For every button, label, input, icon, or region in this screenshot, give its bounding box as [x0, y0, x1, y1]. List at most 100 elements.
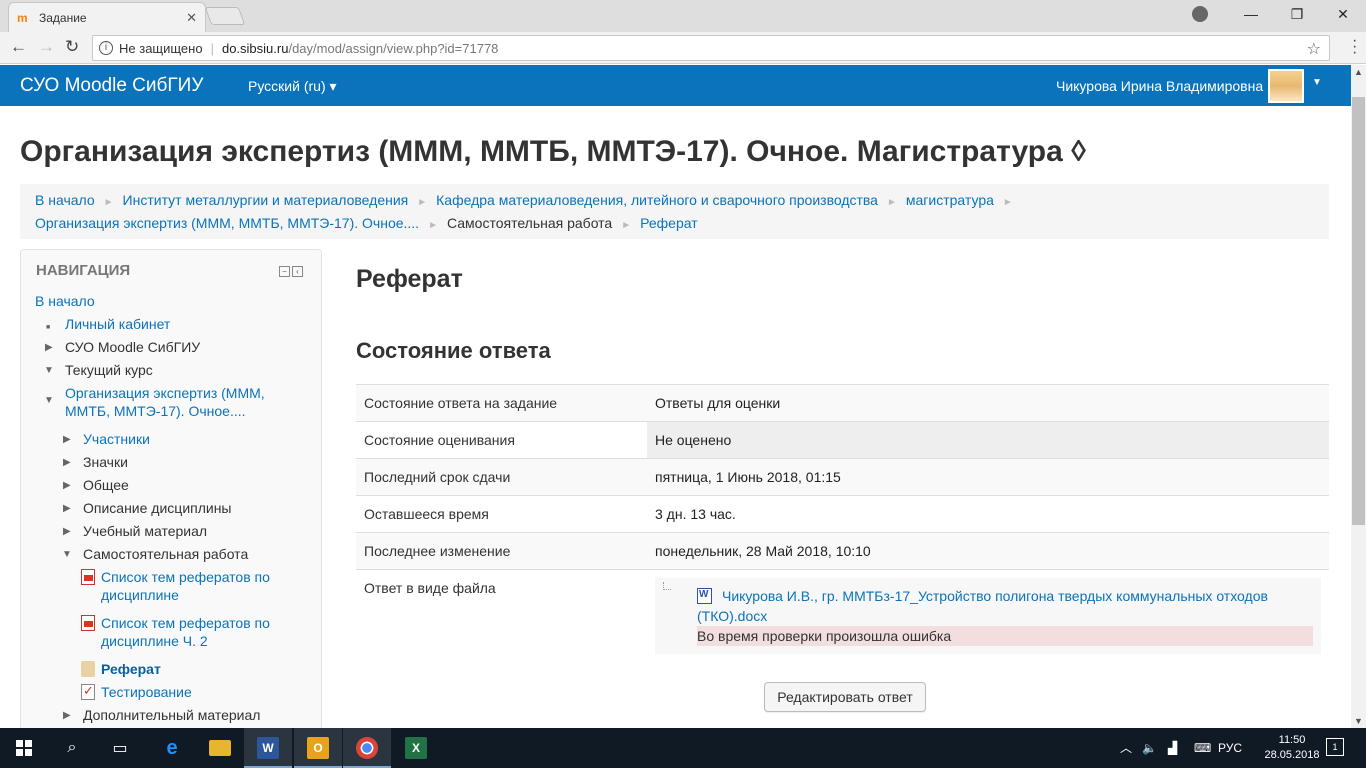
- status-label: Состояние оценивания: [356, 421, 647, 459]
- nav-item[interactable]: Список тем рефератов по дисциплине: [35, 568, 315, 614]
- assignment-icon: [81, 661, 95, 677]
- expand-icon[interactable]: ▶: [63, 477, 71, 495]
- expand-icon[interactable]: ▶: [45, 339, 53, 357]
- volume-icon[interactable]: 🔈: [1142, 728, 1157, 768]
- expand-icon[interactable]: ▶: [63, 500, 71, 518]
- nav-item[interactable]: Тестирование: [35, 682, 315, 706]
- moodle-favicon-icon: m: [17, 10, 28, 25]
- expand-icon[interactable]: ▶: [63, 431, 71, 449]
- reload-icon[interactable]: ↻: [65, 37, 79, 57]
- scrollbar-thumb[interactable]: [1352, 97, 1365, 525]
- back-icon[interactable]: ←: [10, 37, 27, 57]
- breadcrumb-item[interactable]: Институт металлургии и материаловедения: [123, 192, 409, 208]
- page-title: Организация экспертиз (МММ, ММТБ, ММТЭ-1…: [20, 135, 1086, 168]
- outlook-taskbar-icon[interactable]: O: [294, 728, 342, 768]
- nav-item[interactable]: ▶ Описание дисциплины: [35, 499, 315, 522]
- breadcrumb-item[interactable]: Кафедра материаловедения, литейного и св…: [436, 192, 878, 208]
- search-icon[interactable]: ⌕: [48, 728, 96, 768]
- nav-item-label: Учебный материал: [83, 523, 208, 539]
- collapse-icon[interactable]: ▼: [44, 362, 54, 380]
- nav-item-label: Значки: [83, 454, 128, 470]
- new-tab-button[interactable]: [204, 7, 246, 25]
- scroll-down-icon[interactable]: ▼: [1354, 716, 1363, 726]
- expand-icon[interactable]: ▶: [63, 454, 71, 472]
- nav-item-label: Текущий курс: [65, 362, 153, 378]
- nav-item-label: Реферат: [101, 661, 161, 677]
- restore-icon[interactable]: ❐: [1274, 0, 1320, 28]
- breadcrumb-arrow-icon: ►: [886, 197, 897, 208]
- breadcrumb-item[interactable]: магистратура: [906, 192, 994, 208]
- collapse-block-icon[interactable]: −: [279, 266, 290, 277]
- nav-item[interactable]: ▼ Текущий курс: [35, 361, 315, 384]
- edit-submission-button[interactable]: Редактировать ответ: [764, 682, 926, 712]
- nav-item-label: СУО Moodle СибГИУ: [65, 339, 201, 355]
- nav-item[interactable]: ■ Личный кабинет: [35, 315, 315, 338]
- profile-icon[interactable]: [1192, 6, 1208, 22]
- bookmark-star-icon[interactable]: ☆: [1307, 39, 1321, 59]
- language-menu[interactable]: Русский ‎(ru)‎ ▾: [248, 78, 337, 95]
- forward-icon[interactable]: →: [38, 37, 55, 57]
- nav-item[interactable]: ▼ Самостоятельная работа: [35, 545, 315, 568]
- nav-item[interactable]: ▼ Организация экспертиз (МММ, ММТБ, ММТЭ-…: [35, 384, 315, 430]
- nav-item-label: Дополнительный материал: [83, 707, 261, 723]
- tree-connector: [663, 582, 671, 590]
- address-bar[interactable]: i Не защищено | do.sibsiu.ru/day/mod/ass…: [92, 35, 1330, 61]
- tab-close-icon[interactable]: ✕: [186, 10, 197, 26]
- table-row: Последний срок сдачи пятница, 1 Июнь 201…: [356, 458, 1329, 496]
- browser-menu-icon[interactable]: · · ·: [1352, 33, 1357, 61]
- nav-item-label: Самостоятельная работа: [83, 546, 249, 562]
- breadcrumb-item[interactable]: Реферат: [640, 215, 698, 231]
- network-icon[interactable]: ▟: [1168, 728, 1177, 768]
- breadcrumb-item[interactable]: Организация экспертиз (МММ, ММТБ, ММТЭ-1…: [35, 215, 419, 231]
- file-tree: Чикурова И.В., гр. ММТБз-17_Устройство п…: [655, 578, 1321, 654]
- nav-item[interactable]: ▶ Общее: [35, 476, 315, 499]
- status-value: Не оценено: [647, 421, 1329, 459]
- nav-item[interactable]: Реферат: [35, 660, 315, 683]
- file-explorer-icon[interactable]: [196, 728, 244, 768]
- close-window-icon[interactable]: ✕: [1320, 0, 1366, 28]
- notification-center-icon[interactable]: 1: [1326, 738, 1344, 756]
- keyboard-icon[interactable]: ⌨: [1194, 728, 1211, 768]
- scroll-up-icon[interactable]: ▲: [1354, 67, 1363, 77]
- browser-tab[interactable]: m Задание ✕: [8, 2, 206, 32]
- nav-item[interactable]: ▶ Учебный материал: [35, 522, 315, 545]
- breadcrumb-arrow-icon: ►: [1002, 197, 1013, 208]
- status-value: понедельник, 28 Май 2018, 10:10: [647, 532, 1329, 570]
- collapse-icon[interactable]: ▼: [44, 392, 54, 410]
- tray-chevron-icon[interactable]: ︿: [1120, 728, 1132, 768]
- nav-item-label: Описание дисциплины: [83, 500, 232, 516]
- dock-block-icon[interactable]: ‹: [292, 266, 303, 277]
- user-menu-caret-icon[interactable]: ▼: [1312, 77, 1322, 88]
- info-icon[interactable]: i: [99, 41, 113, 55]
- expand-icon[interactable]: ▶: [63, 523, 71, 541]
- collapse-icon[interactable]: ▼: [62, 546, 72, 564]
- submission-status-table: Состояние ответа на задание Ответы для о…: [356, 384, 1329, 667]
- taskbar-clock[interactable]: 11:50 28.05.2018: [1262, 733, 1322, 763]
- submitted-file-link[interactable]: Чикурова И.В., гр. ММТБз-17_Устройство п…: [697, 586, 1297, 626]
- minimize-icon[interactable]: —: [1228, 0, 1274, 28]
- user-name[interactable]: Чикурова Ирина Владимировна: [1056, 78, 1263, 94]
- nav-item[interactable]: Список тем рефератов по дисциплине Ч. 2: [35, 614, 315, 660]
- windows-logo-icon: [16, 740, 32, 756]
- expand-icon[interactable]: ▶: [63, 707, 71, 725]
- word-taskbar-icon[interactable]: W: [244, 728, 292, 768]
- nav-item[interactable]: ▶ СУО Moodle СибГИУ: [35, 338, 315, 361]
- page-scrollbar[interactable]: ▲ ▼: [1351, 65, 1366, 728]
- nav-item[interactable]: ▶ Значки: [35, 453, 315, 476]
- site-brand[interactable]: СУО Moodle СибГИУ: [20, 75, 203, 97]
- url-host: do.sibsiu.ru: [221, 40, 289, 56]
- task-view-icon[interactable]: ▭: [96, 728, 144, 768]
- avatar[interactable]: [1268, 69, 1304, 103]
- nav-item-label: В начало: [35, 293, 95, 309]
- nav-item[interactable]: ▶ Участники: [35, 430, 315, 453]
- breadcrumb-item[interactable]: В начало: [35, 192, 95, 208]
- chrome-taskbar-icon[interactable]: [343, 728, 391, 768]
- input-language[interactable]: РУС: [1218, 728, 1242, 768]
- nav-item[interactable]: ▶ Дополнительный материал: [35, 706, 315, 729]
- edge-icon[interactable]: e: [148, 728, 196, 768]
- table-row: Последнее изменение понедельник, 28 Май …: [356, 532, 1329, 570]
- browser-toolbar: ← → ↻ i Не защищено | do.sibsiu.ru/day/m…: [0, 32, 1366, 64]
- start-button[interactable]: [0, 728, 48, 768]
- nav-item[interactable]: В начало: [35, 292, 315, 315]
- excel-taskbar-icon[interactable]: X: [392, 728, 440, 768]
